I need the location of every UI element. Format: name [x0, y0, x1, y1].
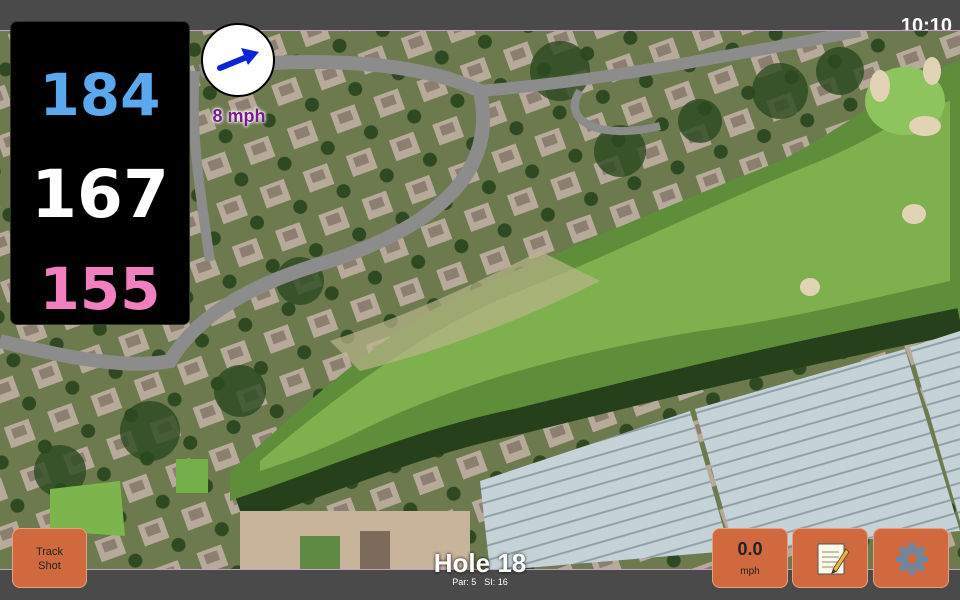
hole-title: Hole 18 [433, 548, 527, 578]
stroke-index-label: SI: 16 [484, 577, 508, 587]
speed-unit: mph [740, 566, 760, 577]
back-of-green-distance: 184 [39, 61, 161, 129]
settings-button[interactable] [873, 528, 949, 588]
notes-button[interactable] [792, 528, 868, 588]
speed-button[interactable]: 0.0 mph [712, 528, 788, 588]
track-shot-label-line2: Shot [38, 560, 61, 572]
hole-info: Par: 5 SI: 16 [380, 577, 580, 587]
track-shot-label-line1: Track [35, 546, 64, 558]
par-label: Par: 5 [452, 577, 477, 587]
track-shot-button[interactable]: Track Shot [12, 528, 87, 588]
speed-value: 0.0 [737, 539, 763, 559]
notepad-icon [817, 543, 850, 575]
gear-icon [896, 543, 928, 575]
front-of-green-distance: 155 [39, 255, 161, 323]
middle-of-green-distance: 167 [31, 156, 169, 233]
wind-speed-label: 8 mph [212, 106, 266, 126]
wind-direction-indicator [201, 23, 275, 97]
distance-panel: 184 167 155 [11, 22, 189, 324]
arrow-right-icon [217, 48, 259, 71]
